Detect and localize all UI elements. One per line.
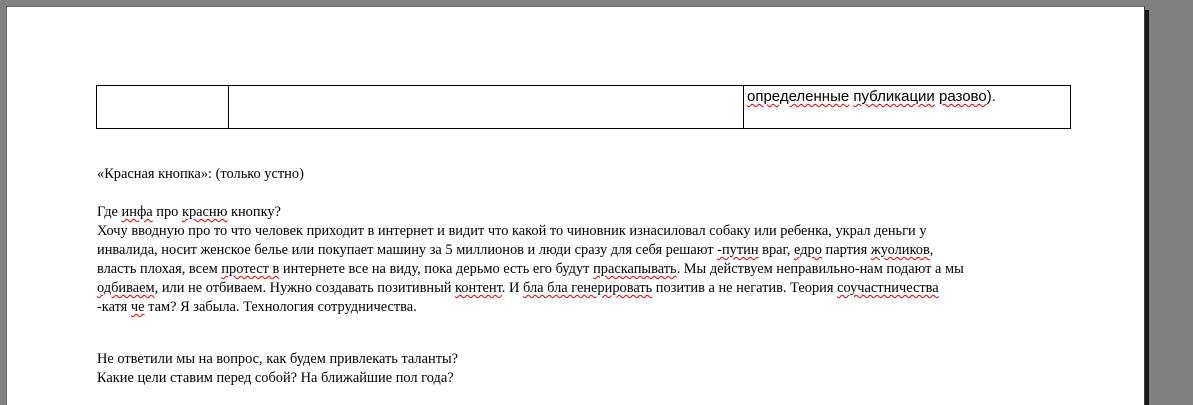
paragraph-1-line-4: власть плохая, всем протест в интернете … bbox=[97, 261, 964, 277]
paragraph-1-line-5: одбиваем, или не отбиваем. Нужно создава… bbox=[97, 280, 939, 296]
document-table: определенные публикации разово). bbox=[96, 85, 1071, 129]
paragraph-1-line-2: Хочу вводную про то что человек приходит… bbox=[97, 223, 927, 239]
paragraph-1-line-1: Где инфа про красню кнопку? bbox=[97, 204, 281, 220]
paragraph-1-line-6: -катя че там? Я забыла. Технология сотру… bbox=[97, 299, 417, 315]
paragraph-1: Где инфа про красню кнопку? Хочу вводную… bbox=[97, 203, 964, 317]
table-cell-1[interactable] bbox=[96, 85, 229, 129]
section-heading: «Красная кнопка»: (только устно) bbox=[97, 166, 304, 182]
table-cell-3-text: определенные публикации разово). bbox=[747, 88, 996, 105]
document-page[interactable]: определенные публикации разово). «Красна… bbox=[6, 6, 1145, 405]
paragraph-1-line-3: инвалида, носит женское белье или покупа… bbox=[97, 242, 934, 258]
table-cell-3[interactable]: определенные публикации разово). bbox=[743, 85, 1071, 129]
paragraph-2: Не ответили мы на вопрос, как будем прив… bbox=[97, 350, 458, 388]
paragraph-2-line-2: Какие цели ставим перед собой? На ближай… bbox=[97, 370, 454, 386]
table-cell-2[interactable] bbox=[228, 85, 744, 129]
paragraph-2-line-1: Не ответили мы на вопрос, как будем прив… bbox=[97, 351, 459, 367]
document-workspace: определенные публикации разово). «Красна… bbox=[0, 0, 1193, 405]
table-row: определенные публикации разово). bbox=[96, 85, 1071, 129]
section-heading-block: «Красная кнопка»: (только устно) bbox=[97, 165, 304, 184]
